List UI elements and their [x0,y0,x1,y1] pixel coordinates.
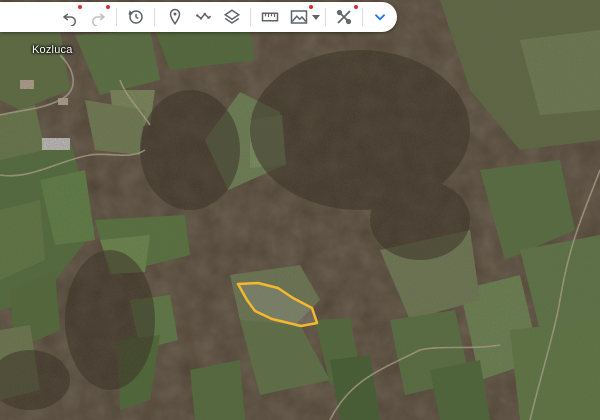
ruler-icon [261,12,279,22]
collapse-button[interactable] [368,5,392,29]
redo-badge [106,5,110,9]
texture-overlay [0,0,600,420]
redo-icon [92,13,106,26]
chevron-down-icon [374,14,386,21]
history-button[interactable] [124,5,148,29]
map-toolbar [0,2,397,32]
toolbar-separator [116,8,117,26]
tools-button[interactable] [332,5,358,29]
undo-icon [62,13,76,26]
add-path-button[interactable] [192,5,216,29]
redo-button[interactable] [86,5,110,29]
measure-button[interactable] [258,5,282,29]
toolbar-separator [250,8,251,26]
undo-badge [78,5,82,9]
placemark-icon [169,8,181,26]
imagery-badge [309,5,313,9]
toolbar-separator [325,8,326,26]
satellite-map[interactable] [0,0,600,420]
path-icon [196,12,212,20]
tools-icon [336,9,352,25]
history-icon [128,10,143,24]
layers-button[interactable] [220,5,244,29]
layers-icon [223,9,241,24]
toolbar-separator [154,8,155,26]
place-label: Kozluca [32,44,73,56]
landscape-icon [290,10,308,24]
search-box[interactable] [0,2,48,32]
add-placemark-button[interactable] [163,5,187,29]
undo-button[interactable] [58,5,82,29]
imagery-button[interactable] [287,5,313,29]
tools-badge [354,5,358,9]
toolbar-separator [362,8,363,26]
imagery-dropdown-arrow[interactable] [312,15,320,20]
